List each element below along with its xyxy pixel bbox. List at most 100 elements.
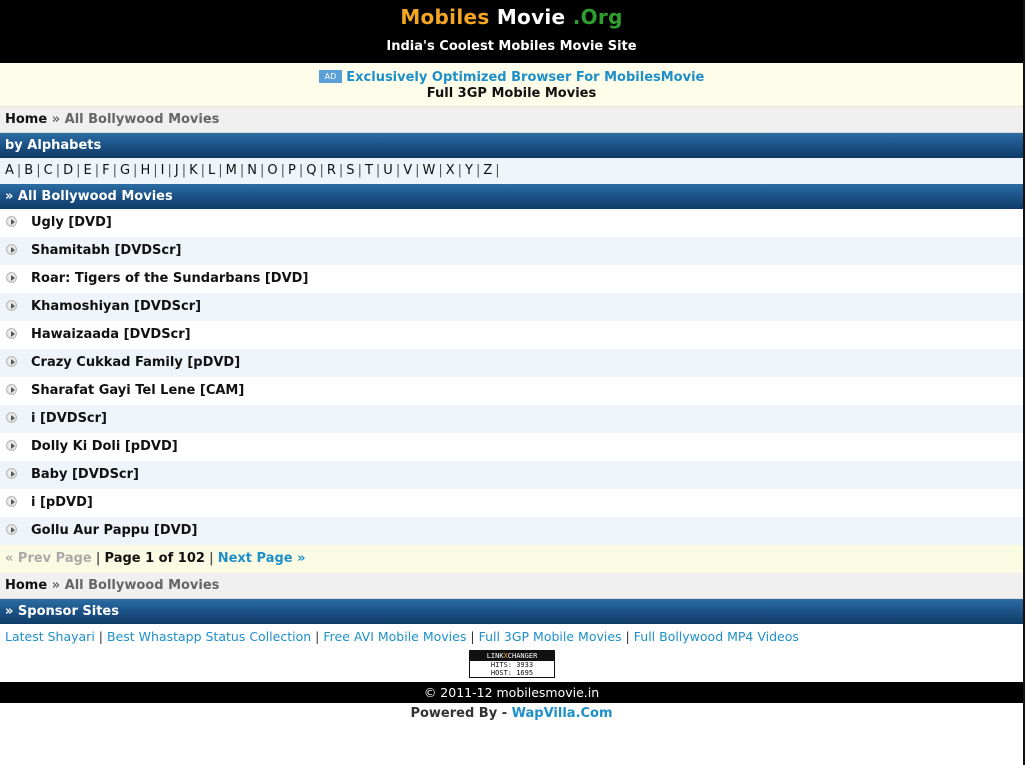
counter-brand-right: CHANGER — [507, 652, 538, 660]
alphabet-link-s[interactable]: S — [346, 163, 354, 178]
breadcrumb-home-link[interactable]: Home — [5, 578, 47, 593]
alphabet-link-e[interactable]: E — [83, 163, 91, 178]
alphabet-separator: | — [415, 163, 420, 178]
movie-link[interactable]: Crazy Cukkad Family [pDVD] — [31, 355, 240, 370]
movie-list-item: Shamitabh [DVDScr] — [0, 237, 1023, 265]
alphabet-separator: | — [259, 163, 265, 178]
alphabet-separator: | — [476, 163, 481, 178]
alphabet-separator: | — [319, 163, 324, 178]
movie-link[interactable]: Sharafat Gayi Tel Lene [CAM] — [31, 383, 244, 398]
movie-link[interactable]: Dolly Ki Doli [pDVD] — [31, 439, 178, 454]
alphabet-separator: | — [153, 163, 158, 178]
site-logo[interactable]: Mobiles Movie .Org — [0, 5, 1023, 29]
counter-hits: HITS: 3933 — [490, 661, 534, 669]
section-header-alphabets: by Alphabets — [0, 133, 1023, 158]
alphabet-link-p[interactable]: P — [288, 163, 296, 178]
alphabet-separator: | — [55, 163, 61, 178]
alphabet-separator: | — [76, 163, 81, 178]
alphabet-link-z[interactable]: Z — [483, 163, 492, 178]
sponsor-link[interactable]: Best Whastapp Status Collection — [107, 629, 311, 644]
movie-list-item: i [pDVD] — [0, 489, 1023, 517]
counter-brand: LINKXCHANGER — [470, 651, 554, 661]
alphabet-link-d[interactable]: D — [63, 163, 73, 178]
sponsor-separator: | — [625, 629, 630, 644]
movie-link[interactable]: Baby [DVDScr] — [31, 467, 139, 482]
alphabet-link-n[interactable]: N — [247, 163, 257, 178]
alphabet-link-x[interactable]: X — [446, 163, 455, 178]
movie-link[interactable]: Khamoshiyan [DVDScr] — [31, 299, 201, 314]
site-header: Mobiles Movie .Org India's Coolest Mobil… — [0, 0, 1023, 63]
alphabet-link-g[interactable]: G — [120, 163, 130, 178]
alphabet-separator: | — [239, 163, 245, 178]
breadcrumb-home-link[interactable]: Home — [5, 112, 47, 127]
alphabet-separator: | — [218, 163, 223, 178]
alphabet-link-w[interactable]: W — [423, 163, 436, 178]
alphabet-separator: | — [167, 163, 172, 178]
alphabet-link-u[interactable]: U — [383, 163, 393, 178]
alphabet-separator: | — [280, 163, 285, 178]
ad-subtitle: Full 3GP Mobile Movies — [426, 86, 597, 101]
alphabet-separator: | — [133, 163, 138, 178]
alphabet-link-i[interactable]: I — [161, 163, 165, 178]
alphabet-separator: | — [438, 163, 443, 178]
movie-link[interactable]: i [DVDScr] — [31, 411, 107, 426]
alphabet-link-c[interactable]: C — [44, 163, 53, 178]
movie-link[interactable]: i [pDVD] — [31, 495, 93, 510]
movie-link[interactable]: Hawaizaada [DVDScr] — [31, 327, 191, 342]
alphabet-link-o[interactable]: O — [267, 163, 277, 178]
movie-list-item: Sharafat Gayi Tel Lene [CAM] — [0, 377, 1023, 405]
movie-list: Ugly [DVD] Shamitabh [DVDScr] Roar: Tigers… — [0, 209, 1023, 545]
prev-page-link[interactable]: « Prev Page — [5, 551, 92, 566]
alphabet-link-h[interactable]: H — [140, 163, 150, 178]
pager-separator: | — [208, 551, 214, 566]
alphabet-link-j[interactable]: J — [175, 163, 179, 178]
alphabet-link-t[interactable]: T — [365, 163, 373, 178]
bullet-arrow-icon — [6, 440, 17, 451]
alphabet-link-r[interactable]: R — [327, 163, 336, 178]
bullet-arrow-icon — [6, 496, 17, 507]
movie-list-item: Baby [DVDScr] — [0, 461, 1023, 489]
breadcrumb-top: Home » All Bollywood Movies — [0, 107, 1023, 133]
logo-part-org: .Org — [572, 5, 623, 29]
movie-link[interactable]: Gollu Aur Pappu [DVD] — [31, 523, 197, 538]
movie-list-item: Crazy Cukkad Family [pDVD] — [0, 349, 1023, 377]
alphabet-link-y[interactable]: Y — [465, 163, 473, 178]
site-tagline: India's Coolest Mobiles Movie Site — [386, 39, 637, 54]
sponsor-link[interactable]: Free AVI Mobile Movies — [323, 629, 466, 644]
alphabet-link-a[interactable]: A — [5, 163, 14, 178]
alphabet-link-k[interactable]: K — [189, 163, 198, 178]
sponsor-separator: | — [470, 629, 475, 644]
alphabet-link-q[interactable]: Q — [306, 163, 316, 178]
section-header-movies: » All Bollywood Movies — [0, 184, 1023, 209]
movie-link[interactable]: Roar: Tigers of the Sundarbans [DVD] — [31, 271, 308, 286]
logo-part-movie: Movie — [489, 5, 573, 29]
page: Mobiles Movie .Org India's Coolest Mobil… — [0, 0, 1025, 765]
alphabet-link-m[interactable]: M — [226, 163, 237, 178]
pagination: « Prev Page | Page 1 of 102 | Next Page » — [0, 545, 1023, 573]
sponsor-link[interactable]: Full 3GP Mobile Movies — [479, 629, 622, 644]
alphabet-separator: | — [457, 163, 463, 178]
bullet-arrow-icon — [6, 216, 17, 227]
alphabet-separator: | — [36, 163, 41, 178]
powered-by-link[interactable]: WapVilla.Com — [512, 706, 613, 721]
alphabet-link-f[interactable]: F — [102, 163, 109, 178]
counter-brand-left: LINK — [486, 652, 504, 660]
breadcrumb-current: » All Bollywood Movies — [47, 578, 220, 593]
sponsor-link[interactable]: Latest Shayari — [5, 629, 95, 644]
movie-link[interactable]: Ugly [DVD] — [31, 215, 112, 230]
movie-link[interactable]: Shamitabh [DVDScr] — [31, 243, 181, 258]
powered-by-label: Powered By - — [410, 706, 512, 721]
alphabet-link-l[interactable]: L — [208, 163, 215, 178]
ad-link[interactable]: Exclusively Optimized Browser For Mobile… — [346, 70, 704, 85]
alphabet-link-b[interactable]: B — [24, 163, 33, 178]
movie-list-item: i [DVDScr] — [0, 405, 1023, 433]
copyright-bar: © 2011-12 mobilesmovie.in — [0, 682, 1023, 703]
alphabet-link-v[interactable]: V — [403, 163, 412, 178]
next-page-link[interactable]: Next Page » — [218, 551, 306, 566]
logo-part-mobiles: Mobiles — [400, 5, 490, 29]
hit-counter-badge[interactable]: LINKXCHANGER HITS: 3933 HOST: 1695 — [469, 650, 555, 678]
bullet-arrow-icon — [6, 272, 17, 283]
alphabet-separator: | — [112, 163, 117, 178]
movie-list-item: Ugly [DVD] — [0, 209, 1023, 237]
sponsor-link[interactable]: Full Bollywood MP4 Videos — [634, 629, 799, 644]
